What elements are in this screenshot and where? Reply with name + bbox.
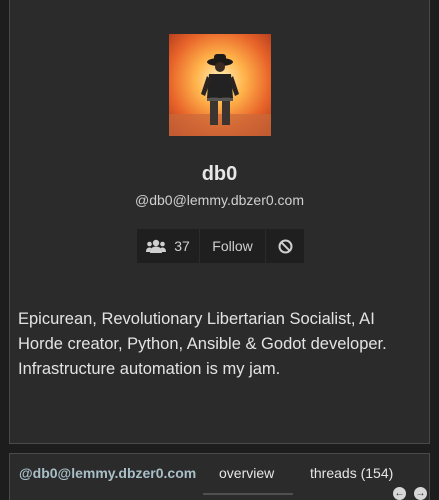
user-avatar-icon <box>169 34 271 136</box>
profile-card: db0 @db0@lemmy.dbzer0.com 37 Follow Epic… <box>9 0 430 444</box>
scroll-left-icon[interactable]: ← <box>393 487 406 500</box>
user-handle: @db0@lemmy.dbzer0.com <box>135 192 304 208</box>
block-icon <box>278 239 292 253</box>
follow-button[interactable]: Follow <box>200 229 265 263</box>
profile-tabs: @db0@lemmy.dbzer0.com overview threads (… <box>9 453 430 500</box>
username: db0 <box>201 163 238 185</box>
profile-bio: Epicurean, Revolutionary Libertarian Soc… <box>18 310 387 378</box>
profile-actions: 37 Follow <box>137 229 304 263</box>
followers-button[interactable]: 37 <box>137 229 199 263</box>
tab-overview[interactable]: overview <box>219 465 274 481</box>
scroll-right-icon[interactable]: → <box>414 487 427 500</box>
block-button[interactable] <box>266 229 304 263</box>
avatar <box>169 34 271 136</box>
profile-page: db0 @db0@lemmy.dbzer0.com 37 Follow Epic… <box>0 0 439 500</box>
tab-user-handle[interactable]: @db0@lemmy.dbzer0.com <box>19 465 196 481</box>
tab-scroll-controls: ← → <box>393 487 427 500</box>
tab-threads[interactable]: threads (154) <box>310 465 393 481</box>
active-tab-indicator <box>203 493 293 495</box>
users-icon <box>146 239 167 253</box>
followers-count: 37 <box>174 238 190 254</box>
